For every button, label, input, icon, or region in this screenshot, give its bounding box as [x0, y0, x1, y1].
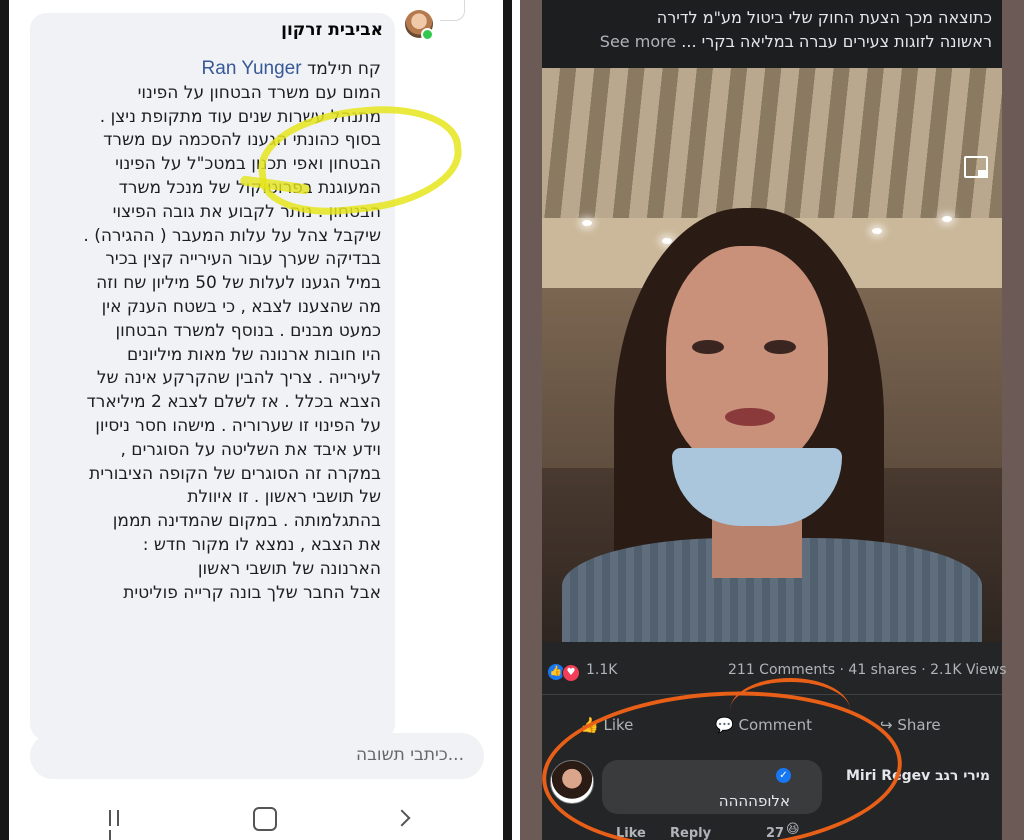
reactions-count[interactable]: 1.1K — [586, 662, 617, 678]
right-screenshot-panel: כתוצאה מכך הצעת החוק שלי ביטול מע"מ לדיר… — [520, 0, 1024, 840]
caption-line-2-text: ראשונה לזוגות צעירים עברה במליאה בקרי ..… — [681, 32, 992, 51]
comment-line: כמעט מבנים . בנוסף למשרד הבטחון — [115, 320, 381, 341]
comment-line: אבל החבר שלך בונה קרייה פוליטית — [123, 582, 381, 603]
speaker-mouth — [725, 408, 775, 426]
reply-field[interactable] — [30, 733, 484, 779]
comment-line: על הפינוי זו שערוריה . מישהו חסר ניסיון — [95, 415, 381, 436]
share-label: Share — [897, 716, 941, 734]
panel-divider — [512, 0, 520, 840]
comments-shares-views[interactable]: 211 Comments · 41 shares · 2.1K Views — [728, 662, 1007, 678]
comment-line: הארנונה של תושבי ראשון — [197, 558, 381, 579]
share-button[interactable]: ↪ Share — [880, 716, 941, 734]
picture-in-picture-icon[interactable] — [964, 156, 988, 178]
comment-line-1-text: קח תילמד — [301, 59, 381, 79]
previous-comment-corner — [440, 0, 465, 21]
love-reaction-icon: ♥ — [562, 664, 580, 682]
comment-line: של תושבי ראשון . זו איוולת — [187, 487, 381, 508]
caption-line-2: ראשונה לזוגות צעירים עברה במליאה בקרי ..… — [542, 30, 992, 54]
speaker-eye — [764, 340, 796, 354]
comment-line: בהתגלמותה . במקום שהמדינה תממן — [112, 511, 381, 532]
comment-line: שיקבל צהל על עלות המעבר ( ההגירה) . — [83, 225, 381, 246]
left-screenshot-panel: אביבית זרקון קח תילמד Ran Yunger המום עם… — [0, 0, 512, 840]
comment-line: לעירייה . צריך להבין שהקרקע אינה של — [96, 368, 381, 389]
phone-frame-right-edge — [503, 0, 512, 840]
comment-line: את הצבא , נמצא לו מקור חדש : — [142, 534, 381, 555]
mention-link[interactable]: Ran Yunger — [202, 58, 302, 79]
reply-input[interactable] — [62, 744, 466, 766]
phone-frame-right-edge — [1002, 0, 1024, 840]
comment-line: היו חובות ארנונה של מאות מיליונים — [127, 344, 381, 365]
speaker-face — [666, 246, 828, 468]
android-navigation-bar — [9, 795, 503, 840]
comment-line: במיל הגענו לעלות של 50 מיליון שח וזה — [96, 273, 381, 294]
comment-line: בבדיקה שערך עבור העירייה קצין בכיר — [105, 249, 381, 270]
comment-line: המום עם משרד הבטחון על הפינוי — [137, 82, 381, 103]
home-nav-icon[interactable] — [253, 807, 277, 831]
orange-annotation-stroke — [730, 678, 850, 742]
comment-author-name[interactable]: אביבית זרקון — [281, 20, 383, 40]
comment-line: במקרה זה הסוגרים של הקופה הציבורית — [89, 463, 381, 484]
see-more-link[interactable]: See more — [600, 32, 676, 51]
post-caption: כתוצאה מכך הצעת החוק שלי ביטול מע"מ לדיר… — [542, 0, 1002, 68]
caption-line-1: כתוצאה מכך הצעת החוק שלי ביטול מע"מ לדיר… — [656, 8, 992, 27]
recents-nav-icon[interactable] — [109, 810, 131, 840]
phone-frame-left-edge — [0, 0, 9, 840]
comment-line: הצבא בכלל . אז לשלם לצבא 2 מיליארד — [86, 392, 382, 413]
back-nav-icon[interactable] — [393, 809, 411, 827]
ceiling-light — [942, 216, 952, 222]
video-player[interactable]: 🔈 — [542, 68, 1002, 642]
ceiling-light — [872, 228, 882, 234]
online-status-dot-icon — [421, 28, 434, 41]
phone-frame-left-edge — [520, 0, 542, 840]
comment-line: וידע איבד את השליטה על הסוגרים , — [120, 439, 382, 460]
comment-line: מה שהצענו לצבא , כי בשטח הענק אין — [101, 296, 381, 317]
comment-line-1: קח תילמד Ran Yunger — [41, 57, 381, 82]
ceiling-light — [582, 220, 592, 226]
speaker-eye — [692, 340, 724, 354]
